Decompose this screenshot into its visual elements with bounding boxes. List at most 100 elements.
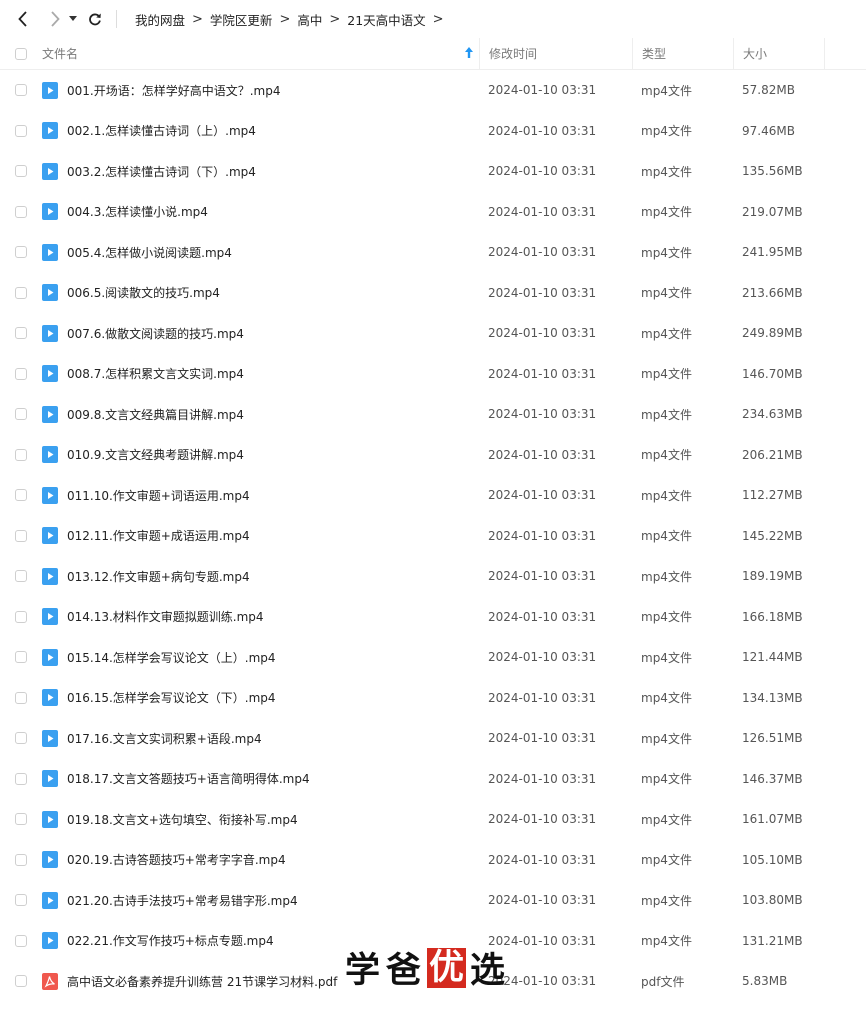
- row-checkbox[interactable]: [15, 813, 27, 826]
- breadcrumb-separator-icon: >: [432, 11, 444, 27]
- file-name[interactable]: 高中语文必备素养提升训练营 21节课学习材料.pdf: [67, 973, 337, 990]
- file-name[interactable]: 019.18.文言文+选句填空、衔接补写.mp4: [67, 811, 298, 828]
- row-checkbox[interactable]: [15, 448, 27, 461]
- row-checkbox[interactable]: [15, 570, 27, 583]
- row-checkbox[interactable]: [15, 84, 27, 97]
- row-checkbox[interactable]: [15, 327, 27, 340]
- file-name[interactable]: 011.10.作文审题+词语运用.mp4: [67, 487, 250, 504]
- row-checkbox[interactable]: [15, 732, 27, 745]
- breadcrumb-item-academy[interactable]: 学院区更新: [210, 10, 273, 29]
- row-checkbox[interactable]: [15, 408, 27, 421]
- file-row[interactable]: 007.6.做散文阅读题的技巧.mp4 2024-01-10 03:31 mp4文件…: [0, 313, 866, 354]
- file-row[interactable]: 018.17.文言文答题技巧+语言简明得体.mp4 2024-01-10 03:3…: [0, 759, 866, 800]
- row-checkbox[interactable]: [15, 610, 27, 623]
- file-row[interactable]: 016.15.怎样学会写议论文（下）.mp4 2024-01-10 03:31 mp…: [0, 678, 866, 719]
- file-name[interactable]: 006.5.阅读散文的技巧.mp4: [67, 284, 220, 301]
- video-file-icon: [42, 405, 58, 423]
- file-row[interactable]: 004.3.怎样读懂小说.mp4 2024-01-10 03:31 mp4文件 219…: [0, 192, 866, 233]
- file-type: mp4文件: [641, 772, 692, 787]
- file-row[interactable]: 011.10.作文审题+词语运用.mp4 2024-01-10 03:31 mp4文…: [0, 475, 866, 516]
- file-modified-date: 2024-01-10 03:31: [488, 245, 597, 260]
- file-name[interactable]: 001.开场语：怎样学好高中语文？.mp4: [67, 82, 280, 99]
- row-checkbox[interactable]: [15, 489, 27, 502]
- file-row[interactable]: 012.11.作文审题+成语运用.mp4 2024-01-10 03:31 mp4文…: [0, 516, 866, 557]
- file-name[interactable]: 013.12.作文审题+病句专题.mp4: [67, 568, 250, 585]
- select-all-checkbox[interactable]: [15, 47, 27, 60]
- video-file-icon: [42, 81, 58, 99]
- file-row[interactable]: 003.2.怎样读懂古诗词（下）.mp4 2024-01-10 03:31 mp4文…: [0, 151, 866, 192]
- history-dropdown-button[interactable]: [66, 8, 80, 30]
- file-row[interactable]: 006.5.阅读散文的技巧.mp4 2024-01-10 03:31 mp4文件 21…: [0, 273, 866, 314]
- row-checkbox[interactable]: [15, 529, 27, 542]
- file-row[interactable]: 020.19.古诗答题技巧+常考字字音.mp4 2024-01-10 03:31 m…: [0, 840, 866, 881]
- row-checkbox[interactable]: [15, 165, 27, 178]
- file-row[interactable]: 009.8.文言文经典篇目讲解.mp4 2024-01-10 03:31 mp4文件…: [0, 394, 866, 435]
- file-row[interactable]: 008.7.怎样积累文言文实词.mp4 2024-01-10 03:31 mp4文件…: [0, 354, 866, 395]
- file-row[interactable]: 021.20.古诗手法技巧+常考易错字形.mp4 2024-01-10 03:31…: [0, 880, 866, 921]
- column-header-date[interactable]: 修改时间: [479, 38, 632, 69]
- file-size: 105.10MB: [742, 852, 803, 867]
- file-name[interactable]: 010.9.文言文经典考题讲解.mp4: [67, 446, 244, 463]
- column-header-size[interactable]: 大小: [733, 38, 825, 69]
- file-name[interactable]: 020.19.古诗答题技巧+常考字字音.mp4: [67, 851, 286, 868]
- file-row[interactable]: 001.开场语：怎样学好高中语文？.mp4 2024-01-10 03:31 mp4…: [0, 70, 866, 111]
- column-header-type[interactable]: 类型: [632, 38, 733, 69]
- column-header-name[interactable]: 文件名: [42, 38, 479, 69]
- file-row[interactable]: 002.1.怎样读懂古诗词（上）.mp4 2024-01-10 03:31 mp4文…: [0, 111, 866, 152]
- row-checkbox[interactable]: [15, 367, 27, 380]
- row-checkbox[interactable]: [15, 772, 27, 785]
- row-checkbox[interactable]: [15, 651, 27, 664]
- refresh-button[interactable]: [84, 8, 106, 30]
- row-checkbox[interactable]: [15, 286, 27, 299]
- file-type: mp4文件: [641, 934, 692, 949]
- watermark-text-1: 学爸: [345, 951, 428, 991]
- file-name[interactable]: 003.2.怎样读懂古诗词（下）.mp4: [67, 163, 256, 180]
- row-checkbox[interactable]: [15, 205, 27, 218]
- file-type: pdf文件: [641, 974, 685, 989]
- breadcrumb-separator-icon: >: [279, 11, 291, 27]
- file-name[interactable]: 004.3.怎样读懂小说.mp4: [67, 203, 208, 220]
- file-name[interactable]: 015.14.怎样学会写议论文（上）.mp4: [67, 649, 276, 666]
- file-name[interactable]: 002.1.怎样读懂古诗词（上）.mp4: [67, 122, 256, 139]
- video-file-icon: [42, 648, 58, 666]
- breadcrumb-item-highschool[interactable]: 高中: [297, 10, 322, 29]
- file-name[interactable]: 018.17.文言文答题技巧+语言简明得体.mp4: [67, 770, 310, 787]
- back-button[interactable]: [12, 8, 34, 30]
- row-checkbox[interactable]: [15, 691, 27, 704]
- file-row[interactable]: 015.14.怎样学会写议论文（上）.mp4 2024-01-10 03:31 mp…: [0, 637, 866, 678]
- row-checkbox[interactable]: [15, 975, 27, 988]
- file-name[interactable]: 012.11.作文审题+成语运用.mp4: [67, 527, 250, 544]
- video-file-icon: [42, 891, 58, 909]
- file-name[interactable]: 017.16.文言文实词积累+语段.mp4: [67, 730, 262, 747]
- file-row[interactable]: 019.18.文言文+选句填空、衔接补写.mp4 2024-01-10 03:31…: [0, 799, 866, 840]
- file-name[interactable]: 007.6.做散文阅读题的技巧.mp4: [67, 325, 244, 342]
- file-modified-date: 2024-01-10 03:31: [488, 771, 597, 786]
- video-file-icon: [42, 284, 58, 302]
- breadcrumb-item-current-folder[interactable]: 21天高中语文: [347, 10, 425, 29]
- file-name[interactable]: 014.13.材料作文审题拟题训练.mp4: [67, 608, 264, 625]
- file-row[interactable]: 005.4.怎样做小说阅读题.mp4 2024-01-10 03:31 mp4文件 2…: [0, 232, 866, 273]
- file-name[interactable]: 016.15.怎样学会写议论文（下）.mp4: [67, 689, 276, 706]
- file-modified-date: 2024-01-10 03:31: [488, 731, 597, 746]
- row-checkbox[interactable]: [15, 124, 27, 137]
- file-name[interactable]: 009.8.文言文经典篇目讲解.mp4: [67, 406, 244, 423]
- file-row[interactable]: 017.16.文言文实词积累+语段.mp4 2024-01-10 03:31 mp4…: [0, 718, 866, 759]
- file-row[interactable]: 010.9.文言文经典考题讲解.mp4 2024-01-10 03:31 mp4文件…: [0, 435, 866, 476]
- file-name[interactable]: 021.20.古诗手法技巧+常考易错字形.mp4: [67, 892, 298, 909]
- row-checkbox[interactable]: [15, 934, 27, 947]
- breadcrumb-item-my-drive[interactable]: 我的网盘: [135, 10, 185, 29]
- column-header-size-label: 大小: [743, 47, 768, 61]
- file-modified-date: 2024-01-10 03:31: [488, 650, 597, 665]
- row-checkbox[interactable]: [15, 894, 27, 907]
- file-name[interactable]: 008.7.怎样积累文言文实词.mp4: [67, 365, 244, 382]
- file-name[interactable]: 022.21.作文写作技巧+标点专题.mp4: [67, 932, 274, 949]
- row-checkbox[interactable]: [15, 246, 27, 259]
- file-type: mp4文件: [641, 488, 692, 503]
- caret-down-icon: [69, 16, 77, 21]
- file-type: mp4文件: [641, 164, 692, 179]
- forward-button[interactable]: [44, 8, 66, 30]
- file-name[interactable]: 005.4.怎样做小说阅读题.mp4: [67, 244, 232, 261]
- file-row[interactable]: 014.13.材料作文审题拟题训练.mp4 2024-01-10 03:31 mp4…: [0, 597, 866, 638]
- file-row[interactable]: 013.12.作文审题+病句专题.mp4 2024-01-10 03:31 mp4文…: [0, 556, 866, 597]
- row-checkbox[interactable]: [15, 853, 27, 866]
